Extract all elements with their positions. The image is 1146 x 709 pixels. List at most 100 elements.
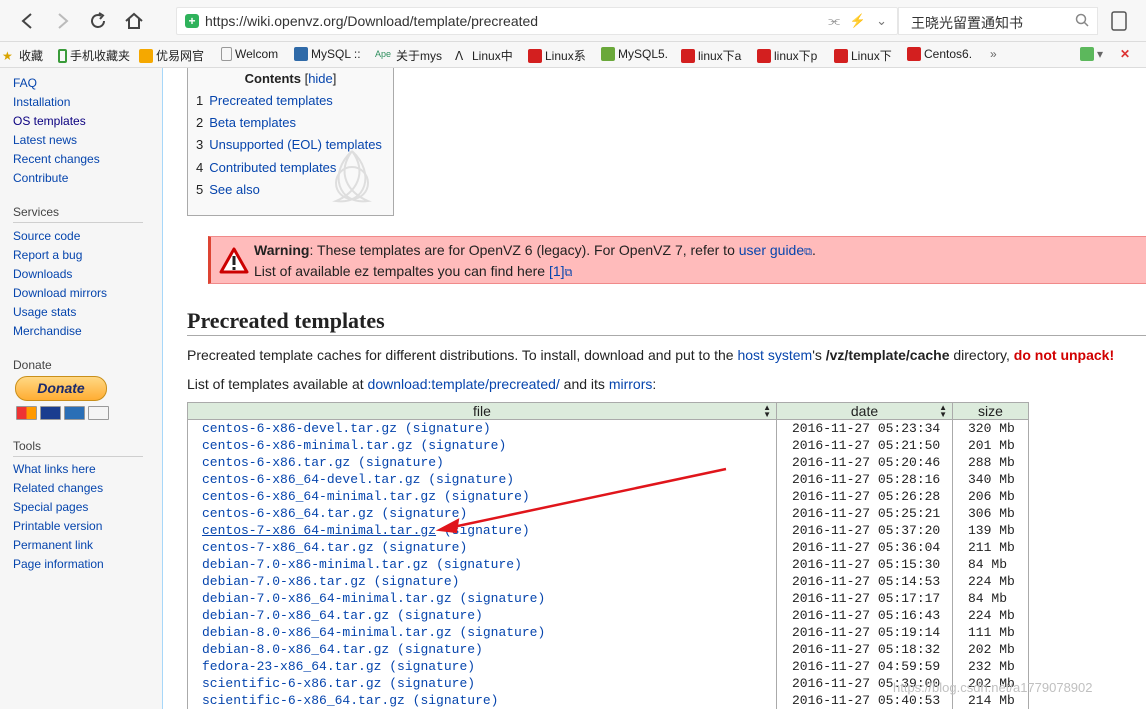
toc-hide-link[interactable]: hide xyxy=(308,71,333,86)
sidebar-item-printable-version[interactable]: Printable version xyxy=(13,519,102,533)
mirrors-link[interactable]: mirrors xyxy=(609,376,653,392)
sidebar-item-source-code[interactable]: Source code xyxy=(13,229,80,243)
signature-link[interactable]: (signature) xyxy=(436,557,522,572)
file-link[interactable]: scientific-6-x86.tar.gz xyxy=(202,676,381,691)
file-link[interactable]: centos-6-x86-minimal.tar.gz xyxy=(202,438,413,453)
table-row: centos-6-x86_64-devel.tar.gz (signature)… xyxy=(187,470,1029,488)
user-guide-link[interactable]: user guide xyxy=(739,242,804,258)
lightning-icon[interactable]: ⚡ xyxy=(850,13,866,29)
file-link[interactable]: centos-6-x86_64-devel.tar.gz xyxy=(202,472,420,487)
signature-link[interactable]: (signature) xyxy=(397,608,483,623)
tools-icon[interactable]: ✕ xyxy=(1120,47,1130,61)
bookmark-item[interactable]: 优易网官 xyxy=(139,47,204,64)
bookmark-item[interactable]: MySQL5. xyxy=(601,47,668,61)
file-link[interactable]: debian-7.0-x86_64.tar.gz xyxy=(202,608,389,623)
signature-link[interactable]: (signature) xyxy=(444,489,530,504)
date-cell: 2016-11-27 05:28:16 xyxy=(776,470,953,488)
ez-templates-link[interactable]: [1] xyxy=(549,263,565,279)
bookmark-item[interactable]: linux下a xyxy=(681,47,741,64)
file-link[interactable]: centos-6-x86_64-minimal.tar.gz xyxy=(202,489,436,504)
toc-item[interactable]: 1 Precreated templates xyxy=(196,93,333,108)
column-header-file[interactable]: file ▲ ▼ xyxy=(187,402,777,420)
forward-icon[interactable] xyxy=(50,8,76,34)
signature-link[interactable]: (signature) xyxy=(389,659,475,674)
extension-icon[interactable]: ▾ xyxy=(1080,47,1103,61)
signature-link[interactable]: (signature) xyxy=(459,591,545,606)
sidebar-item-merchandise[interactable]: Merchandise xyxy=(13,324,82,338)
toc-item[interactable]: 5 See also xyxy=(196,182,260,197)
url-text[interactable]: https://wiki.openvz.org/Download/templat… xyxy=(205,13,538,29)
address-bar[interactable]: + https://wiki.openvz.org/Download/templ… xyxy=(176,7,898,35)
table-row: fedora-23-x86_64.tar.gz (signature) 2016-… xyxy=(187,657,1029,675)
toc-item[interactable]: 2 Beta templates xyxy=(196,115,296,130)
tab-manager-icon[interactable] xyxy=(1108,10,1130,32)
file-link[interactable]: debian-8.0-x86_64.tar.gz xyxy=(202,642,389,657)
file-link[interactable]: debian-8.0-x86_64-minimal.tar.gz xyxy=(202,625,452,640)
bookmark-item[interactable]: Welcom xyxy=(221,47,278,61)
file-link[interactable]: scientific-6-x86_64.tar.gz xyxy=(202,693,405,708)
sidebar-item-special-pages[interactable]: Special pages xyxy=(13,500,88,514)
back-icon[interactable] xyxy=(14,8,40,34)
bookmark-item[interactable]: Centos6. xyxy=(907,47,972,61)
file-link[interactable]: debian-7.0-x86-minimal.tar.gz xyxy=(202,557,428,572)
file-link[interactable]: debian-7.0-x86.tar.gz xyxy=(202,574,366,589)
signature-link[interactable]: (signature) xyxy=(358,455,444,470)
bookmark-item[interactable]: MySQL :: xyxy=(294,47,361,61)
file-link[interactable]: centos-6-x86-devel.tar.gz xyxy=(202,421,397,436)
sidebar-item-download-mirrors[interactable]: Download mirrors xyxy=(13,286,107,300)
signature-link[interactable]: (signature) xyxy=(444,523,530,538)
bookmark-item[interactable]: ᐱ Linux中 xyxy=(455,47,513,64)
search-box[interactable]: 王晓光留置通知书 xyxy=(898,7,1098,35)
file-link[interactable]: centos-7-x86_64.tar.gz xyxy=(202,540,374,555)
bookmark-item[interactable]: linux下p xyxy=(757,47,817,64)
search-text[interactable]: 王晓光留置通知书 xyxy=(911,13,1023,33)
signature-link[interactable]: (signature) xyxy=(374,574,460,589)
signature-link[interactable]: (signature) xyxy=(420,438,506,453)
file-link[interactable]: debian-7.0-x86_64-minimal.tar.gz xyxy=(202,591,452,606)
chevron-down-icon[interactable]: ⌄ xyxy=(876,13,887,29)
sidebar-item-faq[interactable]: FAQ xyxy=(13,76,37,90)
host-system-link[interactable]: host system xyxy=(737,347,812,363)
sort-icon[interactable]: ▲ ▼ xyxy=(939,404,947,419)
sidebar-item-installation[interactable]: Installation xyxy=(13,95,70,109)
sort-icon[interactable]: ▲ ▼ xyxy=(763,404,771,419)
signature-link[interactable]: (signature) xyxy=(428,472,514,487)
sidebar-item-downloads[interactable]: Downloads xyxy=(13,267,72,281)
sidebar-item-related-changes[interactable]: Related changes xyxy=(13,481,103,495)
bookmark-item[interactable]: Linux下 xyxy=(834,47,892,64)
donate-button[interactable]: Donate xyxy=(15,376,107,401)
signature-link[interactable]: (signature) xyxy=(397,642,483,657)
bookmark-item[interactable]: ★ 收藏 xyxy=(2,47,43,64)
sidebar-item-usage-stats[interactable]: Usage stats xyxy=(13,305,76,319)
sidebar-item-os-templates[interactable]: OS templates xyxy=(13,114,86,128)
sidebar-item-recent-changes[interactable]: Recent changes xyxy=(13,152,100,166)
bookmark-item[interactable]: Linux系 xyxy=(528,47,586,64)
sidebar-item-report-bug[interactable]: Report a bug xyxy=(13,248,82,262)
file-link[interactable]: fedora-23-x86_64.tar.gz xyxy=(202,659,381,674)
toc-item[interactable]: 4 Contributed templates xyxy=(196,160,336,175)
bookmark-item[interactable]: Ape 关于mys xyxy=(375,47,442,64)
signature-link[interactable]: (signature) xyxy=(413,693,499,708)
sidebar-item-permanent-link[interactable]: Permanent link xyxy=(13,538,93,552)
signature-link[interactable]: (signature) xyxy=(389,676,475,691)
sidebar-item-page-information[interactable]: Page information xyxy=(13,557,104,571)
sidebar-item-what-links-here[interactable]: What links here xyxy=(13,462,96,476)
column-header-date[interactable]: date ▲ ▼ xyxy=(776,402,953,420)
bookmark-item[interactable]: 手机收藏夹 xyxy=(58,47,130,64)
home-icon[interactable] xyxy=(121,8,147,34)
file-link[interactable]: centos-6-x86.tar.gz xyxy=(202,455,350,470)
sidebar-item-latest-news[interactable]: Latest news xyxy=(13,133,77,147)
signature-link[interactable]: (signature) xyxy=(381,506,467,521)
signature-link[interactable]: (signature) xyxy=(405,421,491,436)
file-link[interactable]: centos-6-x86_64.tar.gz xyxy=(202,506,374,521)
sidebar-item-contribute[interactable]: Contribute xyxy=(13,171,68,185)
download-link[interactable]: download:template/precreated/ xyxy=(368,376,560,392)
toc-item[interactable]: 3 Unsupported (EOL) templates xyxy=(196,137,382,152)
signature-link[interactable]: (signature) xyxy=(381,540,467,555)
more-bookmarks-icon[interactable]: » xyxy=(990,47,997,61)
reload-icon[interactable] xyxy=(85,8,111,34)
search-icon[interactable] xyxy=(1075,13,1089,32)
share-icon[interactable]: ⫘ xyxy=(828,13,840,29)
file-link[interactable]: centos-7-x86_64-minimal.tar.gz xyxy=(202,523,436,538)
signature-link[interactable]: (signature) xyxy=(459,625,545,640)
